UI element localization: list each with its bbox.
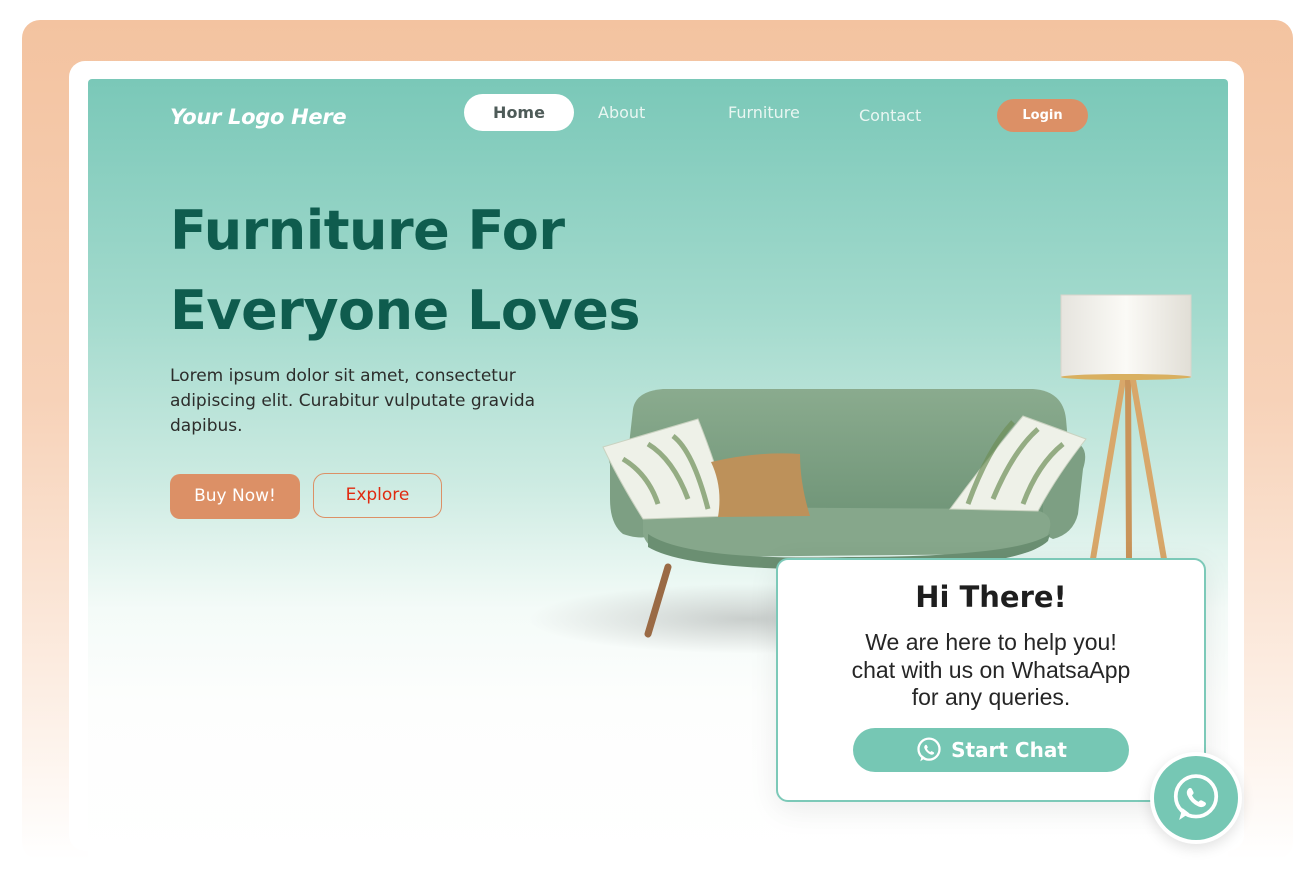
- login-button[interactable]: Login: [997, 99, 1088, 132]
- whatsapp-fab-circle: [1154, 756, 1238, 840]
- chat-message-line1: We are here to help you!: [865, 629, 1117, 655]
- chat-title: Hi There!: [915, 580, 1067, 614]
- nav-item-contact[interactable]: Contact: [859, 106, 921, 125]
- whatsapp-icon: [917, 737, 941, 762]
- hero-title-line1: Furniture For: [170, 199, 565, 262]
- cushion-center: [711, 453, 810, 517]
- whatsapp-fab-button[interactable]: [1150, 752, 1242, 844]
- nav-item-about[interactable]: About: [598, 103, 645, 122]
- start-chat-button[interactable]: Start Chat: [853, 728, 1129, 772]
- chat-message-line2: chat with us on WhatsaApp: [851, 656, 1131, 683]
- chat-popup: Hi There! We are here to help you! chat …: [776, 558, 1206, 802]
- chat-message: We are here to help you! chat with us on…: [778, 629, 1204, 712]
- chat-message-line3: for any queries.: [911, 684, 1071, 710]
- hero-title-line2: Everyone Loves: [170, 279, 640, 342]
- hero-description: Lorem ipsum dolor sit amet, consectetur …: [170, 366, 536, 436]
- buy-now-button[interactable]: Buy Now!: [170, 474, 300, 519]
- hero-title: Furniture For Everyone Loves: [170, 191, 640, 351]
- explore-button[interactable]: Explore: [313, 473, 442, 518]
- start-chat-label: Start Chat: [951, 738, 1067, 762]
- whatsapp-icon: [1173, 774, 1219, 820]
- nav-item-furniture[interactable]: Furniture: [728, 103, 800, 122]
- brand-logo[interactable]: Your Logo Here: [170, 105, 347, 129]
- nav-item-home[interactable]: Home: [464, 94, 574, 131]
- floor-lamp: [1060, 294, 1192, 562]
